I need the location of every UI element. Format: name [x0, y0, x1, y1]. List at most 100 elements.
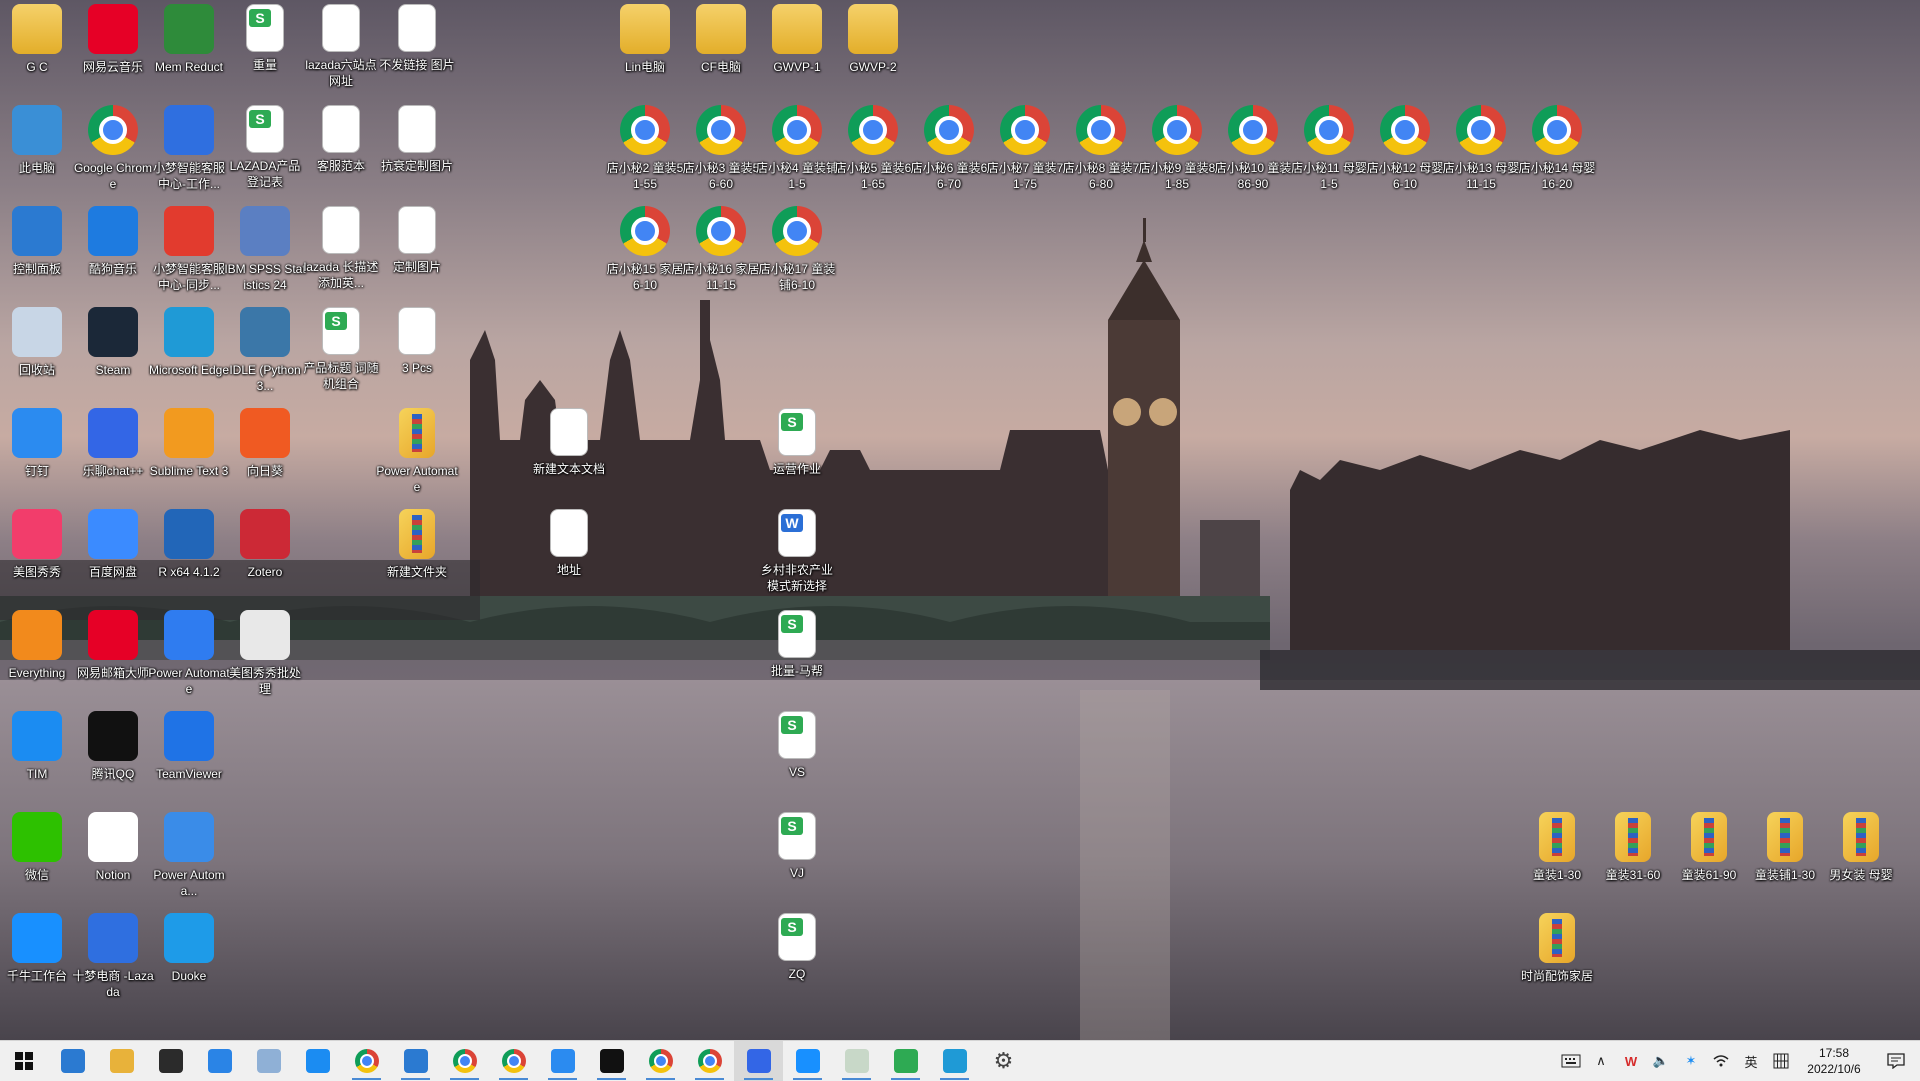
- desktop-icon[interactable]: 此电脑: [0, 105, 74, 203]
- desktop-icon[interactable]: 新建文本文档: [532, 408, 606, 506]
- desktop-icon[interactable]: 腾讯QQ: [76, 711, 150, 809]
- desktop-icon[interactable]: S 运营作业: [760, 408, 834, 506]
- desktop-icon[interactable]: Notion: [76, 812, 150, 910]
- chrome-button-4[interactable]: [636, 1041, 685, 1081]
- ime-mode-icon[interactable]: [1766, 1041, 1796, 1081]
- qianniu-button[interactable]: [783, 1041, 832, 1081]
- desktop-icon[interactable]: Everything: [0, 610, 74, 708]
- desktop-icon[interactable]: Power Automate: [148, 610, 230, 708]
- desktop-icon[interactable]: Zotero: [228, 509, 302, 607]
- desktop-icon[interactable]: 定制图片: [380, 206, 454, 304]
- desktop-icon[interactable]: Lin电脑: [608, 4, 682, 102]
- desktop-icon[interactable]: 店小秘9 童装81-85: [1139, 105, 1215, 203]
- checkmark-app-button[interactable]: [195, 1041, 244, 1081]
- desktop-icon[interactable]: S ZQ: [760, 913, 834, 1011]
- chrome-button-5[interactable]: [685, 1041, 734, 1081]
- desktop-icon[interactable]: 向日葵: [228, 408, 302, 506]
- desktop-icon[interactable]: 童装61-90: [1672, 812, 1746, 910]
- desktop-icon[interactable]: 店小秘7 童装71-75: [987, 105, 1063, 203]
- tim-button[interactable]: [293, 1041, 342, 1081]
- desktop-icon[interactable]: S 批量-马帮: [760, 610, 834, 708]
- edge-button[interactable]: [930, 1041, 979, 1081]
- desktop-icon[interactable]: Google Chrome: [74, 105, 152, 203]
- desktop-icon[interactable]: 时尚配饰家居: [1520, 913, 1594, 1011]
- desktop-icon[interactable]: lazada 长描述 添加英...: [304, 206, 378, 304]
- desktop-icon[interactable]: TIM: [0, 711, 74, 809]
- desktop-icon[interactable]: 店小秘14 母婴16-20: [1519, 105, 1595, 203]
- chrome-button-3[interactable]: [489, 1041, 538, 1081]
- clock[interactable]: 17:58 2022/10/6: [1796, 1041, 1872, 1081]
- desktop-icon[interactable]: 店小秘6 童装66-70: [911, 105, 987, 203]
- desktop-icon[interactable]: 客服范本: [304, 105, 378, 203]
- ime-language-indicator[interactable]: 英: [1736, 1041, 1766, 1081]
- notion-button[interactable]: [587, 1041, 636, 1081]
- desktop-icon[interactable]: GWVP-2: [836, 4, 910, 102]
- touch-keyboard-icon[interactable]: [1556, 1041, 1586, 1081]
- desktop-icon[interactable]: Power Automate: [376, 408, 458, 506]
- desktop-icon[interactable]: Sublime Text 3: [150, 408, 228, 506]
- desktop-icon[interactable]: 百度网盘: [76, 509, 150, 607]
- task-view-button[interactable]: [48, 1041, 97, 1081]
- sticky-notes-button[interactable]: [146, 1041, 195, 1081]
- desktop-icon[interactable]: G C: [0, 4, 74, 102]
- desktop-icon[interactable]: 店小秘5 童装61-65: [835, 105, 911, 203]
- desktop-icon[interactable]: CF电脑: [684, 4, 758, 102]
- desktop-icon[interactable]: Microsoft Edge: [149, 307, 229, 405]
- desktop-icon[interactable]: 不发链接 图片: [379, 4, 455, 102]
- desktop-icon[interactable]: 酷狗音乐: [76, 206, 150, 304]
- desktop-icon[interactable]: R x64 4.1.2: [152, 509, 226, 607]
- lechat-button[interactable]: [734, 1041, 783, 1081]
- dingtalk-button[interactable]: [538, 1041, 587, 1081]
- desktop-icon[interactable]: 3 Pcs: [380, 307, 454, 405]
- desktop-icon[interactable]: 网易云音乐: [76, 4, 150, 102]
- file-explorer-button[interactable]: [97, 1041, 146, 1081]
- desktop-icon[interactable]: 店小秘15 家居6-10: [607, 206, 683, 304]
- dingtalk-tray-icon[interactable]: ✶: [1676, 1041, 1706, 1081]
- desktop-icon[interactable]: Steam: [76, 307, 150, 405]
- desktop-icon[interactable]: 美图秀秀批处理: [228, 610, 302, 708]
- desktop-icon[interactable]: 网易邮箱大师: [76, 610, 150, 708]
- desktop-icon[interactable]: 店小秘17 童装铺6-10: [759, 206, 835, 304]
- desktop-icon[interactable]: 新建文件夹: [380, 509, 454, 607]
- desktop-icon[interactable]: S VS: [760, 711, 834, 809]
- desktop-icon[interactable]: Power Automa...: [152, 812, 226, 910]
- desktop-icon[interactable]: 店小秘8 童装76-80: [1063, 105, 1139, 203]
- desktop-icon[interactable]: S 重量: [228, 4, 302, 102]
- desktop-icon[interactable]: 地址: [532, 509, 606, 607]
- desktop-icon[interactable]: 店小秘4 童装铺1-5: [756, 105, 838, 203]
- desktop-icon[interactable]: 童装31-60: [1596, 812, 1670, 910]
- desktop-icon[interactable]: 乐聊chat++: [76, 408, 150, 506]
- desktop-icon[interactable]: GWVP-1: [760, 4, 834, 102]
- desktop-icon[interactable]: IBM SPSS Statistics 24: [224, 206, 306, 304]
- desktop-icon[interactable]: 微信: [0, 812, 74, 910]
- desktop-icon[interactable]: lazada六站点网址: [304, 4, 378, 102]
- desktop-icon[interactable]: S LAZADA产品登记表: [228, 105, 302, 203]
- desktop-icon[interactable]: 男女装 母婴: [1824, 812, 1898, 910]
- desktop-icon[interactable]: S VJ: [760, 812, 834, 910]
- projector-button[interactable]: [881, 1041, 930, 1081]
- wps-tray-icon[interactable]: W: [1616, 1041, 1646, 1081]
- volume-icon[interactable]: 🔈: [1646, 1041, 1676, 1081]
- desktop-icon[interactable]: 童装1-30: [1520, 812, 1594, 910]
- notepad-button[interactable]: [832, 1041, 881, 1081]
- desktop-icon[interactable]: 钉钉: [0, 408, 74, 506]
- desktop-icon[interactable]: 千牛工作台: [0, 913, 74, 1011]
- desktop-icon[interactable]: Duoke: [152, 913, 226, 1011]
- desktop-icon[interactable]: 店小秘12 母婴6-10: [1367, 105, 1443, 203]
- desktop-icon[interactable]: 店小秘2 童装51-55: [607, 105, 683, 203]
- desktop-icon[interactable]: W 乡村非农产业模式新选择: [760, 509, 834, 607]
- desktop-icon[interactable]: 控制面板: [0, 206, 74, 304]
- desktop-icon[interactable]: 十梦电商 -Lazada: [72, 913, 154, 1011]
- sublime-button[interactable]: [391, 1041, 440, 1081]
- wifi-icon[interactable]: [1706, 1041, 1736, 1081]
- r-app-button[interactable]: [244, 1041, 293, 1081]
- desktop-icon[interactable]: S 产品标题 词随机组合: [303, 307, 379, 405]
- chrome-button-1[interactable]: [342, 1041, 391, 1081]
- desktop-icon[interactable]: 店小秘13 母婴11-15: [1443, 105, 1519, 203]
- settings-button[interactable]: ⚙: [979, 1041, 1028, 1081]
- chevron-up-icon[interactable]: ∧: [1586, 1041, 1616, 1081]
- desktop-icon[interactable]: 美图秀秀: [0, 509, 74, 607]
- desktop-icon[interactable]: 店小秘11 母婴1-5: [1291, 105, 1367, 203]
- desktop-icon[interactable]: 回收站: [0, 307, 74, 405]
- chrome-button-2[interactable]: [440, 1041, 489, 1081]
